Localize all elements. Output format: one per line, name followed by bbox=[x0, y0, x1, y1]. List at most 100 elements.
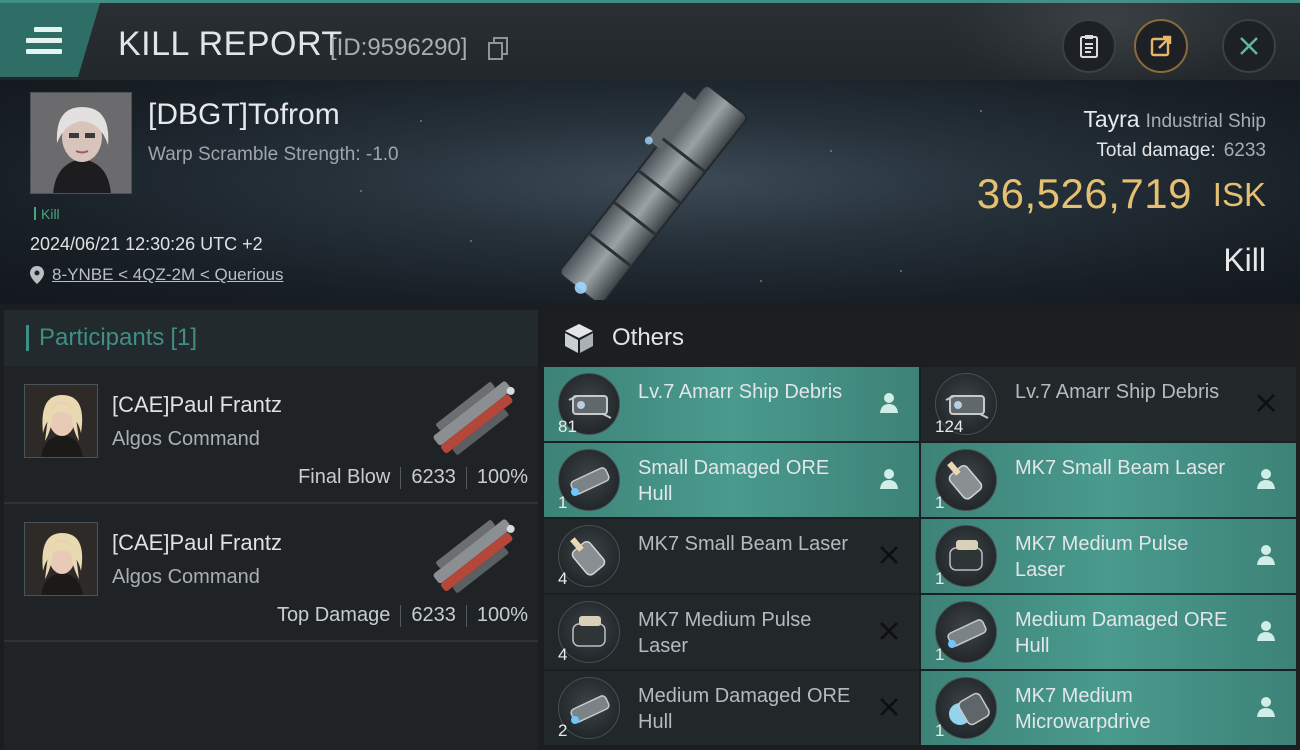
share-button[interactable] bbox=[1134, 19, 1188, 73]
item-name: MK7 Medium Pulse Laser bbox=[1015, 533, 1189, 581]
participant-stats: Top Damage 6233 100% bbox=[277, 604, 528, 627]
location-link[interactable]: 8-YNBE < 4QZ-2M < Querious bbox=[52, 265, 283, 285]
total-damage-value: 6233 bbox=[1223, 140, 1266, 161]
item-name: MK7 Small Beam Laser bbox=[638, 533, 849, 555]
close-button[interactable] bbox=[1222, 19, 1276, 73]
warp-scramble-strength: Warp Scramble Strength: -1.0 bbox=[148, 144, 399, 165]
menu-button[interactable] bbox=[0, 3, 100, 77]
participants-header: Participants [1] bbox=[4, 310, 538, 366]
others-header: Others bbox=[544, 310, 1300, 366]
kill-location[interactable]: 8-YNBE < 4QZ-2M < Querious bbox=[30, 265, 283, 285]
isk-value: 36,526,719 bbox=[976, 170, 1192, 217]
item-quantity: 1 bbox=[935, 645, 945, 664]
item-name: Small Damaged ORE Hull bbox=[638, 457, 830, 505]
participants-count: [1] bbox=[170, 324, 198, 351]
title-bar: KILL REPORT [ID:9596290] bbox=[0, 0, 1300, 103]
total-damage: Total damage: 6233 bbox=[1096, 140, 1266, 162]
item-name: MK7 Small Beam Laser bbox=[1015, 457, 1226, 479]
item-quantity: 81 bbox=[558, 417, 577, 436]
victim-ship-image bbox=[559, 85, 748, 300]
kill-tag: Kill bbox=[34, 206, 60, 222]
participant-stats: Final Blow 6233 100% bbox=[298, 466, 528, 489]
item-quantity: 4 bbox=[558, 569, 568, 588]
participant-ship-image bbox=[433, 381, 515, 455]
item-card[interactable]: 4 MK7 Medium Pulse Laser bbox=[544, 595, 919, 669]
participant-percent: 100% bbox=[476, 604, 528, 626]
ship-class: Industrial Ship bbox=[1145, 111, 1266, 132]
destroyed-x-icon bbox=[877, 619, 901, 643]
item-card[interactable]: 1 MK7 Medium Microwarpdrive bbox=[921, 671, 1296, 745]
person-icon bbox=[1254, 695, 1278, 719]
destroyed-x-icon bbox=[877, 543, 901, 567]
total-damage-label: Total damage: bbox=[1096, 140, 1216, 161]
location-pin-icon bbox=[30, 266, 44, 284]
clipboard-button[interactable] bbox=[1062, 19, 1116, 73]
item-card[interactable]: 1 MK7 Small Beam Laser bbox=[921, 443, 1296, 517]
kill-result: Kill bbox=[1223, 242, 1266, 278]
participant-percent: 100% bbox=[476, 466, 528, 488]
victim-pilot-name[interactable]: [DBGT]Tofrom bbox=[148, 98, 340, 132]
cube-icon bbox=[565, 324, 593, 353]
participant-ship: Algos Command bbox=[112, 428, 260, 450]
item-quantity: 1 bbox=[935, 569, 945, 588]
participant-damage: 6233 bbox=[411, 466, 456, 488]
item-quantity: 4 bbox=[558, 645, 568, 664]
participants-panel: Participants [1] [CAE]Paul Frantz Algos … bbox=[4, 310, 538, 750]
item-card[interactable]: 1 MK7 Medium Pulse Laser bbox=[921, 519, 1296, 593]
clipboard-icon bbox=[1080, 35, 1098, 58]
item-card[interactable]: 81 Lv.7 Amarr Ship Debris bbox=[544, 367, 919, 441]
participant-row[interactable]: [CAE]Paul Frantz Algos Command Top Damag… bbox=[4, 504, 538, 642]
page-title: KILL REPORT bbox=[118, 25, 343, 63]
destroyed-x-icon bbox=[1254, 391, 1278, 415]
item-card[interactable]: 124 Lv.7 Amarr Ship Debris bbox=[921, 367, 1296, 441]
participant-name[interactable]: [CAE]Paul Frantz bbox=[112, 530, 282, 556]
participant-name[interactable]: [CAE]Paul Frantz bbox=[112, 392, 282, 418]
isk-unit: ISK bbox=[1212, 176, 1266, 213]
item-name: Medium Damaged ORE Hull bbox=[638, 685, 851, 733]
item-name: Lv.7 Amarr Ship Debris bbox=[638, 381, 843, 403]
person-icon bbox=[877, 467, 901, 491]
share-icon bbox=[1150, 35, 1172, 57]
item-card[interactable]: 4 MK7 Small Beam Laser bbox=[544, 519, 919, 593]
participant-ship: Algos Command bbox=[112, 566, 260, 588]
pilot-portrait-icon bbox=[31, 93, 131, 193]
item-name: Lv.7 Amarr Ship Debris bbox=[1015, 381, 1220, 403]
close-icon bbox=[1240, 37, 1258, 55]
item-quantity: 2 bbox=[558, 721, 568, 740]
participant-role: Top Damage bbox=[276, 604, 391, 626]
person-icon bbox=[1254, 467, 1278, 491]
destroyed-x-icon bbox=[877, 695, 901, 719]
item-card[interactable]: 2 Medium Damaged ORE Hull bbox=[544, 671, 919, 745]
kill-datetime: 2024/06/21 12:30:26 UTC +2 bbox=[30, 234, 263, 254]
item-card[interactable]: 1 Small Damaged ORE Hull bbox=[544, 443, 919, 517]
ship-name: Tayra bbox=[1083, 106, 1140, 132]
item-quantity: 1 bbox=[935, 721, 945, 740]
victim-ship[interactable]: Tayra Industrial Ship bbox=[1083, 106, 1266, 133]
participant-portrait[interactable] bbox=[24, 384, 98, 458]
item-card[interactable]: 1 Medium Damaged ORE Hull bbox=[921, 595, 1296, 669]
item-name: MK7 Medium Pulse Laser bbox=[638, 609, 812, 657]
item-quantity: 124 bbox=[935, 417, 964, 436]
copy-icon[interactable] bbox=[488, 37, 508, 60]
kill-id: [ID:9596290] bbox=[330, 34, 468, 61]
victim-portrait[interactable] bbox=[30, 92, 132, 194]
participant-damage: 6233 bbox=[411, 604, 456, 626]
others-title: Others bbox=[612, 324, 685, 351]
item-name: MK7 Medium Microwarpdrive bbox=[1015, 685, 1151, 733]
participants-title: Participants bbox=[39, 324, 165, 351]
person-icon bbox=[877, 391, 901, 415]
item-quantity: 1 bbox=[935, 493, 945, 512]
pilot-portrait-icon bbox=[25, 523, 97, 595]
victim-banner: [DBGT]Tofrom Warp Scramble Strength: -1.… bbox=[0, 80, 1300, 304]
item-name: Medium Damaged ORE Hull bbox=[1015, 609, 1228, 657]
item-quantity: 1 bbox=[558, 493, 568, 512]
pilot-portrait-icon bbox=[25, 385, 97, 457]
person-icon bbox=[1254, 619, 1278, 643]
others-panel: Others 81 Lv.7 Amarr Ship Debris 124 Lv.7 A… bbox=[544, 310, 1300, 750]
participant-role: Final Blow bbox=[298, 466, 391, 488]
person-icon bbox=[1254, 543, 1278, 567]
hamburger-icon bbox=[26, 27, 62, 55]
participant-portrait[interactable] bbox=[24, 522, 98, 596]
participant-row[interactable]: [CAE]Paul Frantz Algos Command Final Blo… bbox=[4, 366, 538, 504]
participant-ship-image bbox=[433, 519, 515, 593]
